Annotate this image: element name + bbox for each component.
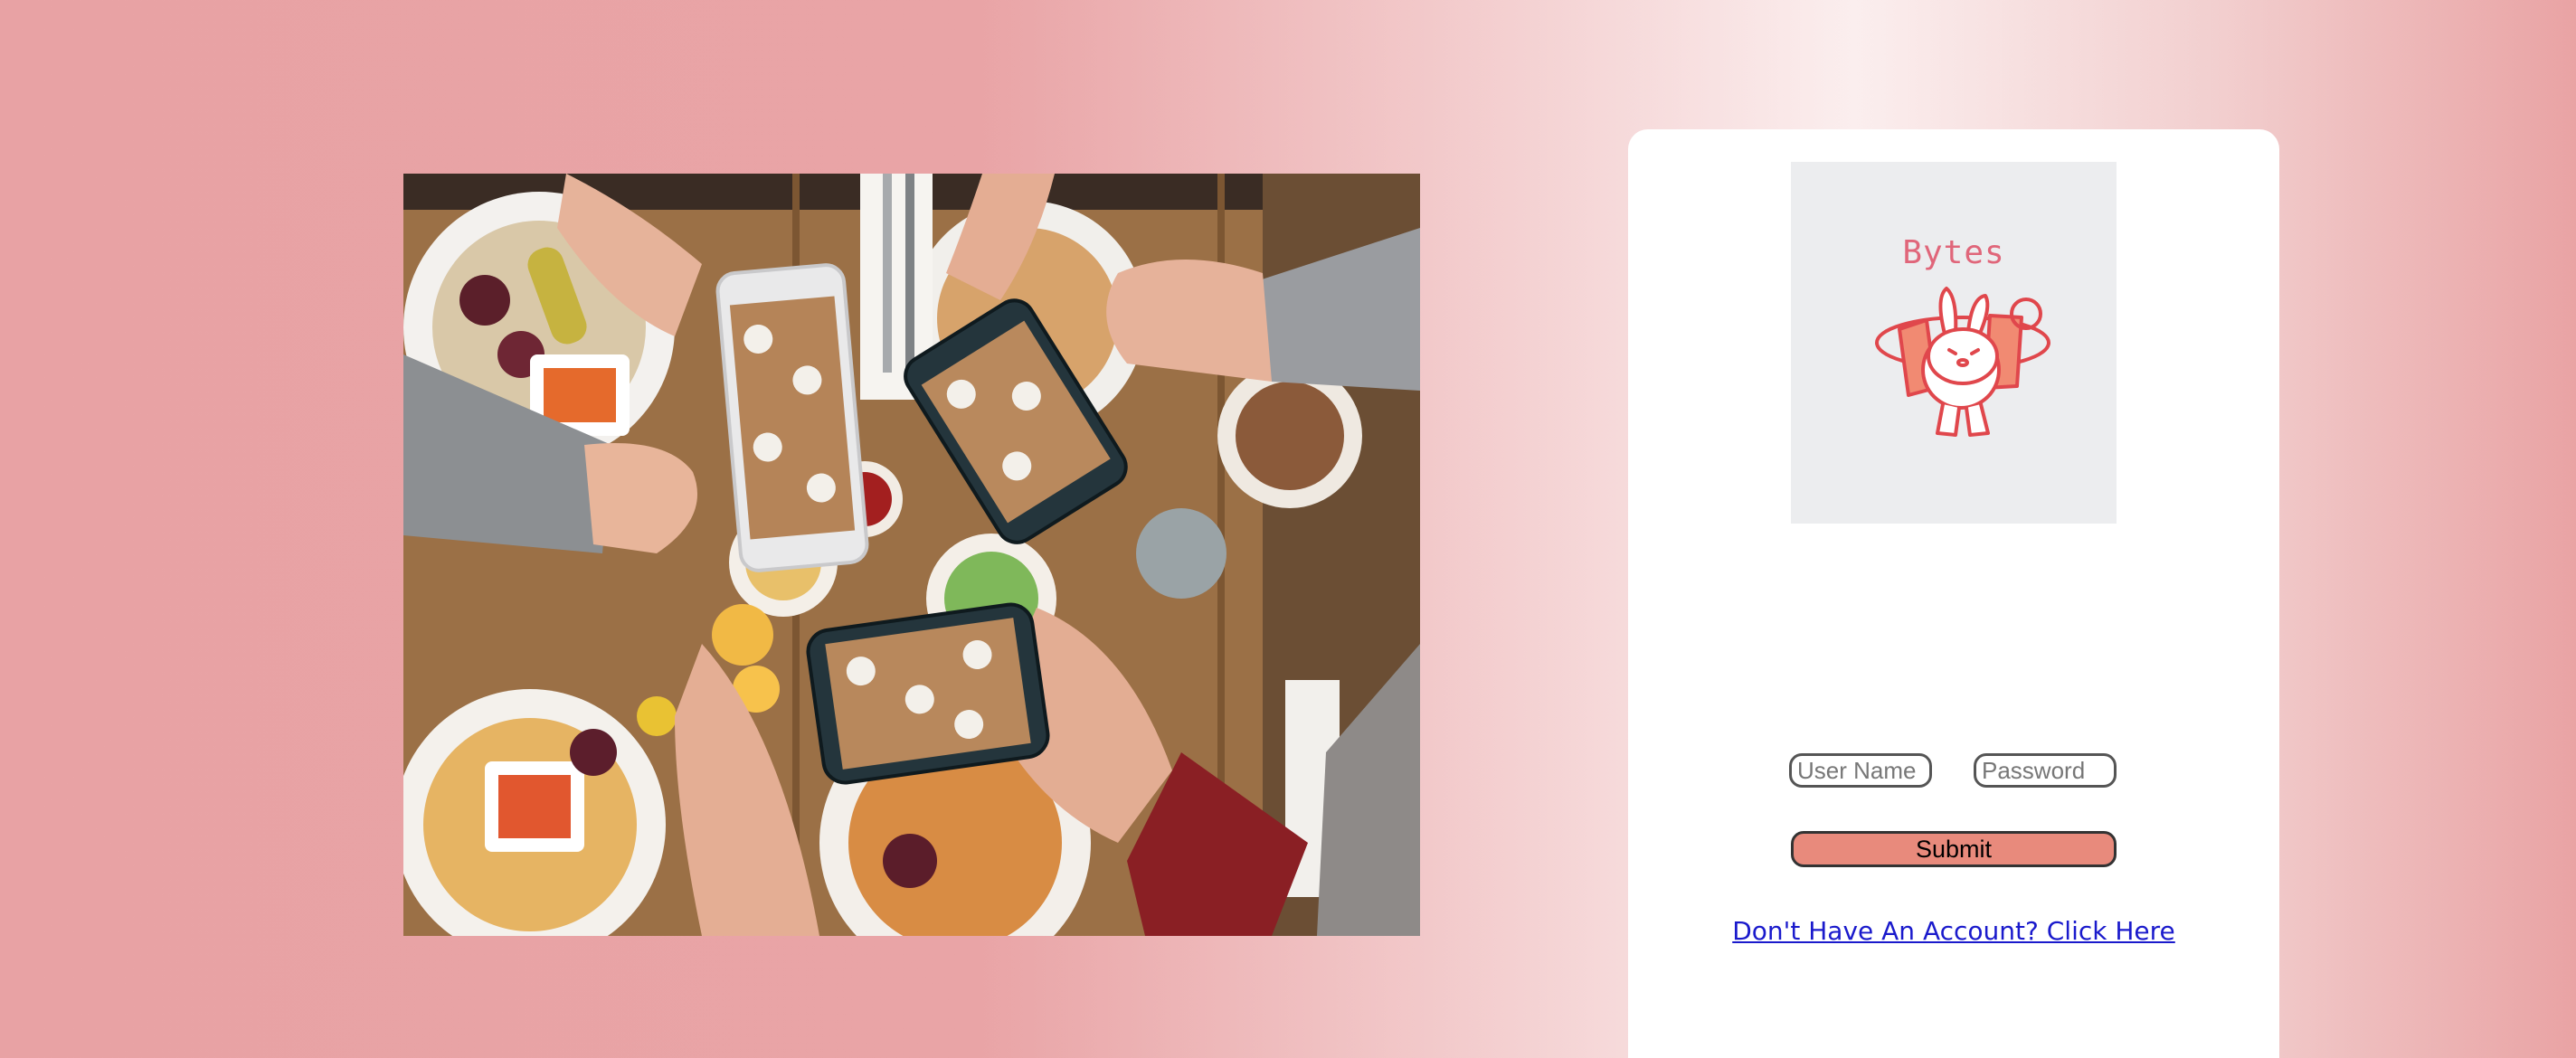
bunny-mascot-icon — [1875, 287, 2050, 437]
login-card: Bytes User Name Submit Don't Have An Acc… — [1628, 129, 2279, 1058]
password-input[interactable] — [1974, 753, 2117, 788]
submit-button[interactable]: Submit — [1791, 831, 2117, 867]
signup-link[interactable]: Don't Have An Account? Click Here — [1628, 916, 2279, 946]
logo-text: Bytes — [1902, 234, 2005, 271]
food-table-photo-icon — [403, 174, 1420, 936]
hero-food-photo — [403, 174, 1420, 936]
username-input[interactable] — [1789, 753, 1932, 788]
bytes-logo: Bytes — [1791, 162, 2117, 524]
